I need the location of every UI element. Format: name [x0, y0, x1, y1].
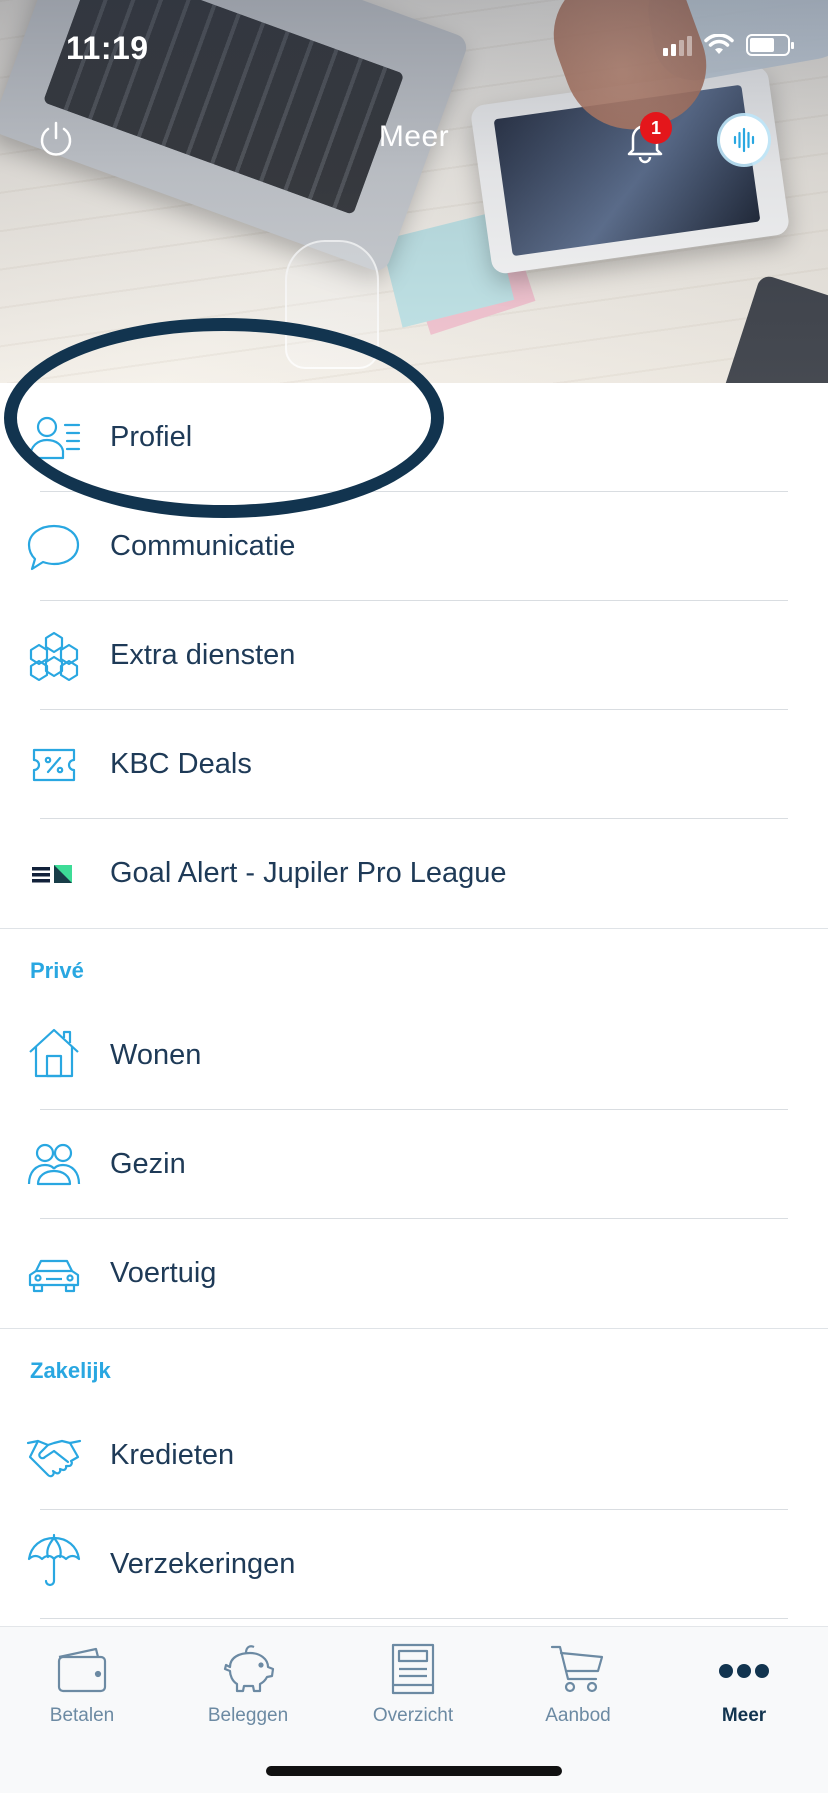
umbrella-icon	[27, 1533, 81, 1587]
menu-item-label: Communicatie	[110, 530, 296, 562]
tab-meer[interactable]: Meer	[669, 1641, 819, 1741]
menu-item-label: Goal Alert - Jupiler Pro League	[110, 857, 507, 889]
tab-beleggen[interactable]: Beleggen	[173, 1641, 323, 1741]
car-icon	[28, 1259, 80, 1293]
tab-betalen[interactable]: Betalen	[7, 1641, 157, 1741]
status-icons	[663, 34, 794, 56]
menu-item-label: Extra diensten	[110, 639, 296, 671]
chat-bubble-icon	[27, 524, 80, 571]
voice-assistant-icon	[733, 127, 755, 153]
profile-icon	[28, 416, 81, 460]
menu-item-label: Gezin	[110, 1148, 186, 1180]
home-indicator[interactable]	[266, 1766, 562, 1776]
wallet-icon	[57, 1647, 107, 1693]
page-title: Meer	[378, 120, 450, 153]
menu-item-label: Voertuig	[110, 1257, 217, 1289]
menu-item-voertuig[interactable]: Voertuig	[0, 1219, 828, 1328]
menu-list: Profiel Communicatie Extra diensten KBC …	[0, 383, 828, 1619]
menu-item-communicatie[interactable]: Communicatie	[0, 492, 828, 601]
menu-item-kredieten[interactable]: Kredieten	[0, 1401, 828, 1510]
section-heading-prive: Privé	[30, 958, 84, 983]
menu-item-kbc-deals[interactable]: KBC Deals	[0, 710, 828, 819]
coupon-percent-icon	[32, 748, 76, 782]
menu-item-label: Wonen	[110, 1039, 202, 1071]
hexagons-icon	[29, 631, 79, 681]
handshake-icon	[26, 1439, 82, 1478]
goal-alert-logo-icon	[32, 865, 72, 883]
section-heading-zakelijk: Zakelijk	[30, 1358, 111, 1383]
menu-item-wonen[interactable]: Wonen	[0, 1001, 828, 1110]
cart-icon	[550, 1645, 604, 1693]
wifi-icon	[704, 34, 734, 54]
menu-item-profiel[interactable]: Profiel	[0, 383, 828, 492]
battery-icon	[746, 34, 794, 56]
tab-overzicht[interactable]: Overzicht	[338, 1641, 488, 1741]
piggy-bank-icon	[223, 1645, 275, 1693]
more-dots-icon	[719, 1664, 769, 1678]
voice-assistant-button[interactable]	[720, 116, 768, 164]
menu-item-label: Kredieten	[110, 1439, 235, 1471]
house-icon	[29, 1028, 79, 1078]
cellular-signal-icon	[663, 34, 692, 56]
status-time: 11:19	[66, 30, 149, 66]
menu-item-verzekeringen[interactable]: Verzekeringen	[0, 1510, 828, 1619]
menu-item-label: Verzekeringen	[110, 1548, 296, 1580]
notification-badge: 1	[640, 112, 672, 144]
tab-aanbod[interactable]: Aanbod	[503, 1641, 653, 1741]
overview-document-icon	[391, 1643, 435, 1695]
menu-item-gezin[interactable]: Gezin	[0, 1110, 828, 1219]
family-icon	[27, 1143, 81, 1186]
menu-item-extra-diensten[interactable]: Extra diensten	[0, 601, 828, 710]
menu-item-goal-alert[interactable]: Goal Alert - Jupiler Pro League	[0, 819, 828, 928]
menu-item-label: Profiel	[110, 421, 193, 453]
menu-item-label: KBC Deals	[110, 748, 252, 780]
